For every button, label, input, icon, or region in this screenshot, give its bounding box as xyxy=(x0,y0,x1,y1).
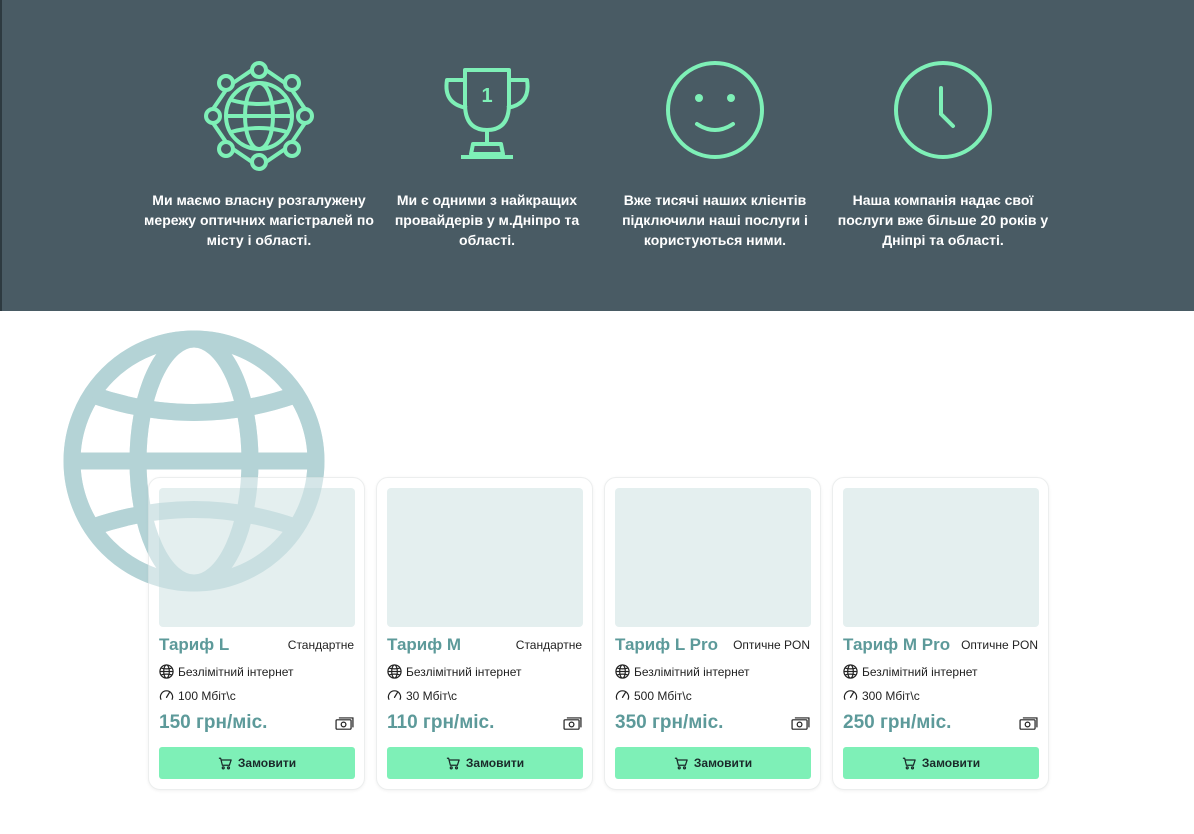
tariff-speed: 100 Мбіт\с xyxy=(178,688,236,703)
tariff-speed-row: 500 Мбіт\с xyxy=(615,688,692,703)
tariff-internet-row: Безлімітний інтернет xyxy=(843,664,978,679)
order-button-label: Замовити xyxy=(237,756,297,770)
tariff-name: Тариф L Pro xyxy=(615,635,718,654)
tariff-price: 150 грн/міс. xyxy=(159,712,268,733)
trophy-number: 1 xyxy=(481,85,492,107)
tariff-internet-row: Безлімітний інтернет xyxy=(159,664,294,679)
cash-icon xyxy=(335,717,354,730)
trophy-icon: 1 xyxy=(444,68,530,159)
feature-trophy-text: Ми є одними з найкращих провайдерів у м.… xyxy=(394,192,580,248)
tariff-card-m-pro: Тариф M Pro Оптичне PON Безлімітний інте… xyxy=(832,477,1049,790)
feature-clock-text: Наша компанія надає свої послуги вже біл… xyxy=(837,192,1049,248)
tariff-type: Стандартне xyxy=(515,638,582,652)
network-globe-icon xyxy=(204,61,314,171)
features-banner: Ми маємо власну розгалужену мережу оптич… xyxy=(0,0,1194,311)
tariff-card-l: Тариф L Стандартне Безлімітний інтернет … xyxy=(148,477,365,790)
tariff-internet-row: Безлімітний інтернет xyxy=(615,664,750,679)
tariff-price: 110 грн/міс. xyxy=(387,712,495,733)
cash-icon xyxy=(791,717,810,730)
globe-icon xyxy=(387,664,402,679)
order-button-label: Замовити xyxy=(693,756,753,770)
tariff-name: Тариф M Pro xyxy=(843,635,951,654)
cash-icon xyxy=(1019,717,1038,730)
tariff-name: Тариф L xyxy=(159,635,230,654)
order-button-label: Замовити xyxy=(465,756,525,770)
tariff-speed-row: 300 Мбіт\с xyxy=(843,688,920,703)
tariff-speed: 300 Мбіт\с xyxy=(862,688,920,703)
tariff-speed: 500 Мбіт\с xyxy=(634,688,692,703)
tariff-internet-row: Безлімітний інтернет xyxy=(387,664,522,679)
cash-icon xyxy=(563,717,582,730)
speedometer-icon xyxy=(615,690,630,700)
tariff-price: 250 грн/міс. xyxy=(843,712,952,733)
tariff-image-placeholder xyxy=(387,488,583,627)
tariff-image-placeholder xyxy=(159,488,355,627)
feature-network-text: Ми маємо власну розгалужену мережу оптич… xyxy=(144,192,374,248)
tariff-name: Тариф M xyxy=(387,635,462,654)
tariff-image-placeholder xyxy=(615,488,811,627)
tariff-speed: 30 Мбіт\с xyxy=(406,688,458,703)
order-button[interactable]: Замовити xyxy=(615,747,811,779)
order-button[interactable]: Замовити xyxy=(843,747,1039,779)
tariff-price: 350 грн/міс. xyxy=(615,712,724,733)
tariff-speed-row: 30 Мбіт\с xyxy=(387,688,457,703)
speedometer-icon xyxy=(843,690,858,700)
tariff-image-placeholder xyxy=(843,488,1039,627)
order-button[interactable]: Замовити xyxy=(159,747,355,779)
clock-icon xyxy=(894,61,992,159)
tariff-internet: Безлімітний інтернет xyxy=(406,664,522,679)
globe-icon xyxy=(843,664,858,679)
globe-icon xyxy=(615,664,630,679)
feature-smiley-text: Вже тисячі наших клієнтів підключили наш… xyxy=(622,192,808,248)
globe-icon xyxy=(159,664,174,679)
tariff-internet: Безлімітний інтернет xyxy=(634,664,750,679)
cart-icon xyxy=(902,757,916,769)
order-button-label: Замовити xyxy=(921,756,981,770)
order-button[interactable]: Замовити xyxy=(387,747,583,779)
tariff-type: Стандартне xyxy=(287,638,354,652)
smiley-icon xyxy=(666,61,764,159)
cart-icon xyxy=(218,757,232,769)
tariff-internet: Безлімітний інтернет xyxy=(862,664,978,679)
cart-icon xyxy=(446,757,460,769)
tariff-card-l-pro: Тариф L Pro Оптичне PON Безлімітний інте… xyxy=(604,477,821,790)
tariff-speed-row: 100 Мбіт\с xyxy=(159,688,236,703)
speedometer-icon xyxy=(387,690,402,700)
tariff-internet: Безлімітний інтернет xyxy=(178,664,294,679)
cart-icon xyxy=(674,757,688,769)
tariff-card-m: Тариф M Стандартне Безлімітний інтернет … xyxy=(376,477,593,790)
speedometer-icon xyxy=(159,690,174,700)
tariff-type: Оптичне PON xyxy=(961,638,1038,652)
tariff-type: Оптичне PON xyxy=(733,638,810,652)
